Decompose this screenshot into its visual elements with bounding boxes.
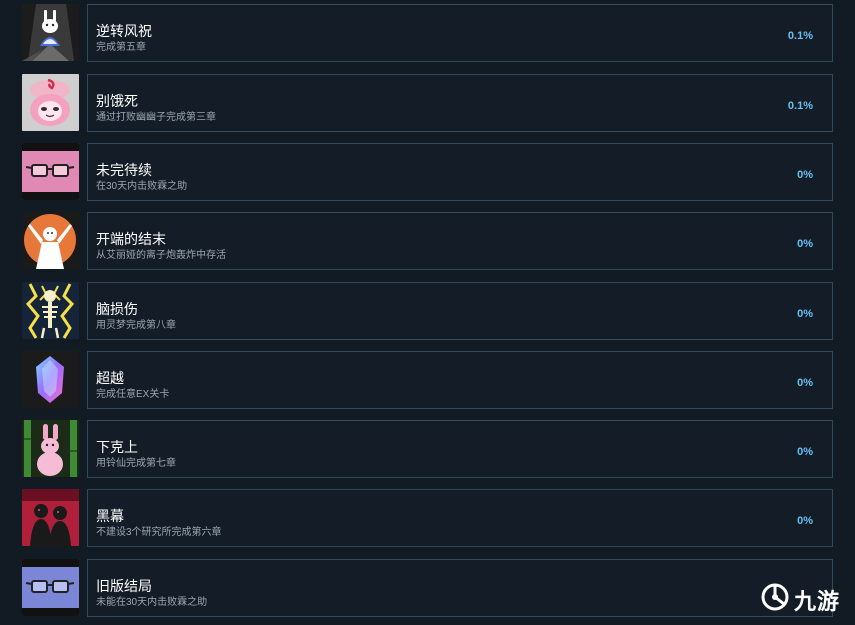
achievement-row[interactable]: 超越 完成任意EX关卡 0% bbox=[22, 351, 833, 410]
achievement-percent: 0% bbox=[797, 377, 813, 389]
achievement-row[interactable]: 开端的结末 从艾丽娅的离子炮轰炸中存活 0% bbox=[22, 212, 833, 271]
achievement-row[interactable]: 下克上 用铃仙完成第七章 0% bbox=[22, 420, 833, 479]
achievement-title: 未完待续 bbox=[96, 162, 152, 178]
achievement-card: 未完待续 在30天内击败霖之助 0% bbox=[87, 143, 833, 201]
crystal-icon bbox=[22, 351, 79, 408]
achievement-card: 黑幕 不建设3个研究所完成第六章 0% bbox=[87, 489, 833, 547]
achievement-card: 脑损伤 用灵梦完成第八章 0% bbox=[87, 282, 833, 340]
achievement-title: 别饿死 bbox=[96, 93, 138, 109]
achievement-title: 下克上 bbox=[96, 439, 138, 455]
achievement-card: 旧版结局 未能在30天内击败霖之助 bbox=[87, 559, 833, 617]
achievement-percent: 0.1% bbox=[787, 100, 813, 112]
achievement-description: 未能在30天内击败霖之助 bbox=[96, 597, 208, 608]
achievement-description: 用灵梦完成第八章 bbox=[96, 320, 176, 331]
achievement-row[interactable]: 黑幕 不建设3个研究所完成第六章 0% bbox=[22, 489, 833, 548]
achievement-title: 旧版结局 bbox=[96, 578, 152, 594]
ghost-girl-icon bbox=[22, 74, 79, 131]
achievement-percent: 0% bbox=[797, 238, 813, 250]
achievement-title: 黑幕 bbox=[96, 508, 124, 524]
achievement-card: 下克上 用铃仙完成第七章 0% bbox=[87, 420, 833, 478]
achievement-description: 完成任意EX关卡 bbox=[96, 389, 170, 400]
lightning-skeleton-icon bbox=[22, 282, 79, 339]
watermark: 九游 bbox=[760, 574, 855, 625]
cheering-figure-icon bbox=[22, 212, 79, 269]
bunny-shrine-icon bbox=[22, 4, 79, 61]
achievement-row[interactable]: 旧版结局 未能在30天内击败霖之助 bbox=[22, 559, 833, 618]
achievement-row[interactable]: 脑损伤 用灵梦完成第八章 0% bbox=[22, 282, 833, 341]
achievement-description: 不建设3个研究所完成第六章 bbox=[96, 527, 222, 538]
achievement-row[interactable]: 逆转风祝 完成第五章 0.1% bbox=[22, 4, 833, 63]
achievement-percent: 0% bbox=[797, 446, 813, 458]
achievement-description: 通过打败幽幽子完成第三章 bbox=[96, 112, 216, 123]
achievement-title: 逆转风祝 bbox=[96, 23, 152, 39]
achievement-card: 逆转风祝 完成第五章 0.1% bbox=[87, 4, 833, 62]
achievement-percent: 0% bbox=[797, 515, 813, 527]
achievement-percent: 0.1% bbox=[787, 30, 813, 42]
achievement-card: 开端的结末 从艾丽娅的离子炮轰炸中存活 0% bbox=[87, 212, 833, 270]
achievement-title: 脑损伤 bbox=[96, 301, 138, 317]
achievement-percent: 0% bbox=[797, 169, 813, 181]
achievement-description: 从艾丽娅的离子炮轰炸中存活 bbox=[96, 250, 226, 261]
achievement-card: 超越 完成任意EX关卡 0% bbox=[87, 351, 833, 409]
jiuyou-logo-icon bbox=[760, 582, 790, 617]
shadow-figures-icon bbox=[22, 489, 79, 546]
achievement-card: 别饿死 通过打败幽幽子完成第三章 0.1% bbox=[87, 74, 833, 132]
glasses-blue-icon bbox=[22, 559, 79, 616]
achievement-percent: 0% bbox=[797, 308, 813, 320]
achievement-title: 开端的结末 bbox=[96, 231, 166, 247]
achievement-title: 超越 bbox=[96, 370, 124, 386]
achievement-description: 用铃仙完成第七章 bbox=[96, 458, 176, 469]
glasses-pink-icon bbox=[22, 143, 79, 200]
achievement-description: 在30天内击败霖之助 bbox=[96, 181, 188, 192]
achievement-row[interactable]: 未完待续 在30天内击败霖之助 0% bbox=[22, 143, 833, 202]
rabbit-bamboo-icon bbox=[22, 420, 79, 477]
achievement-row[interactable]: 别饿死 通过打败幽幽子完成第三章 0.1% bbox=[22, 74, 833, 133]
watermark-text: 九游 bbox=[794, 589, 841, 615]
achievement-description: 完成第五章 bbox=[96, 42, 146, 53]
